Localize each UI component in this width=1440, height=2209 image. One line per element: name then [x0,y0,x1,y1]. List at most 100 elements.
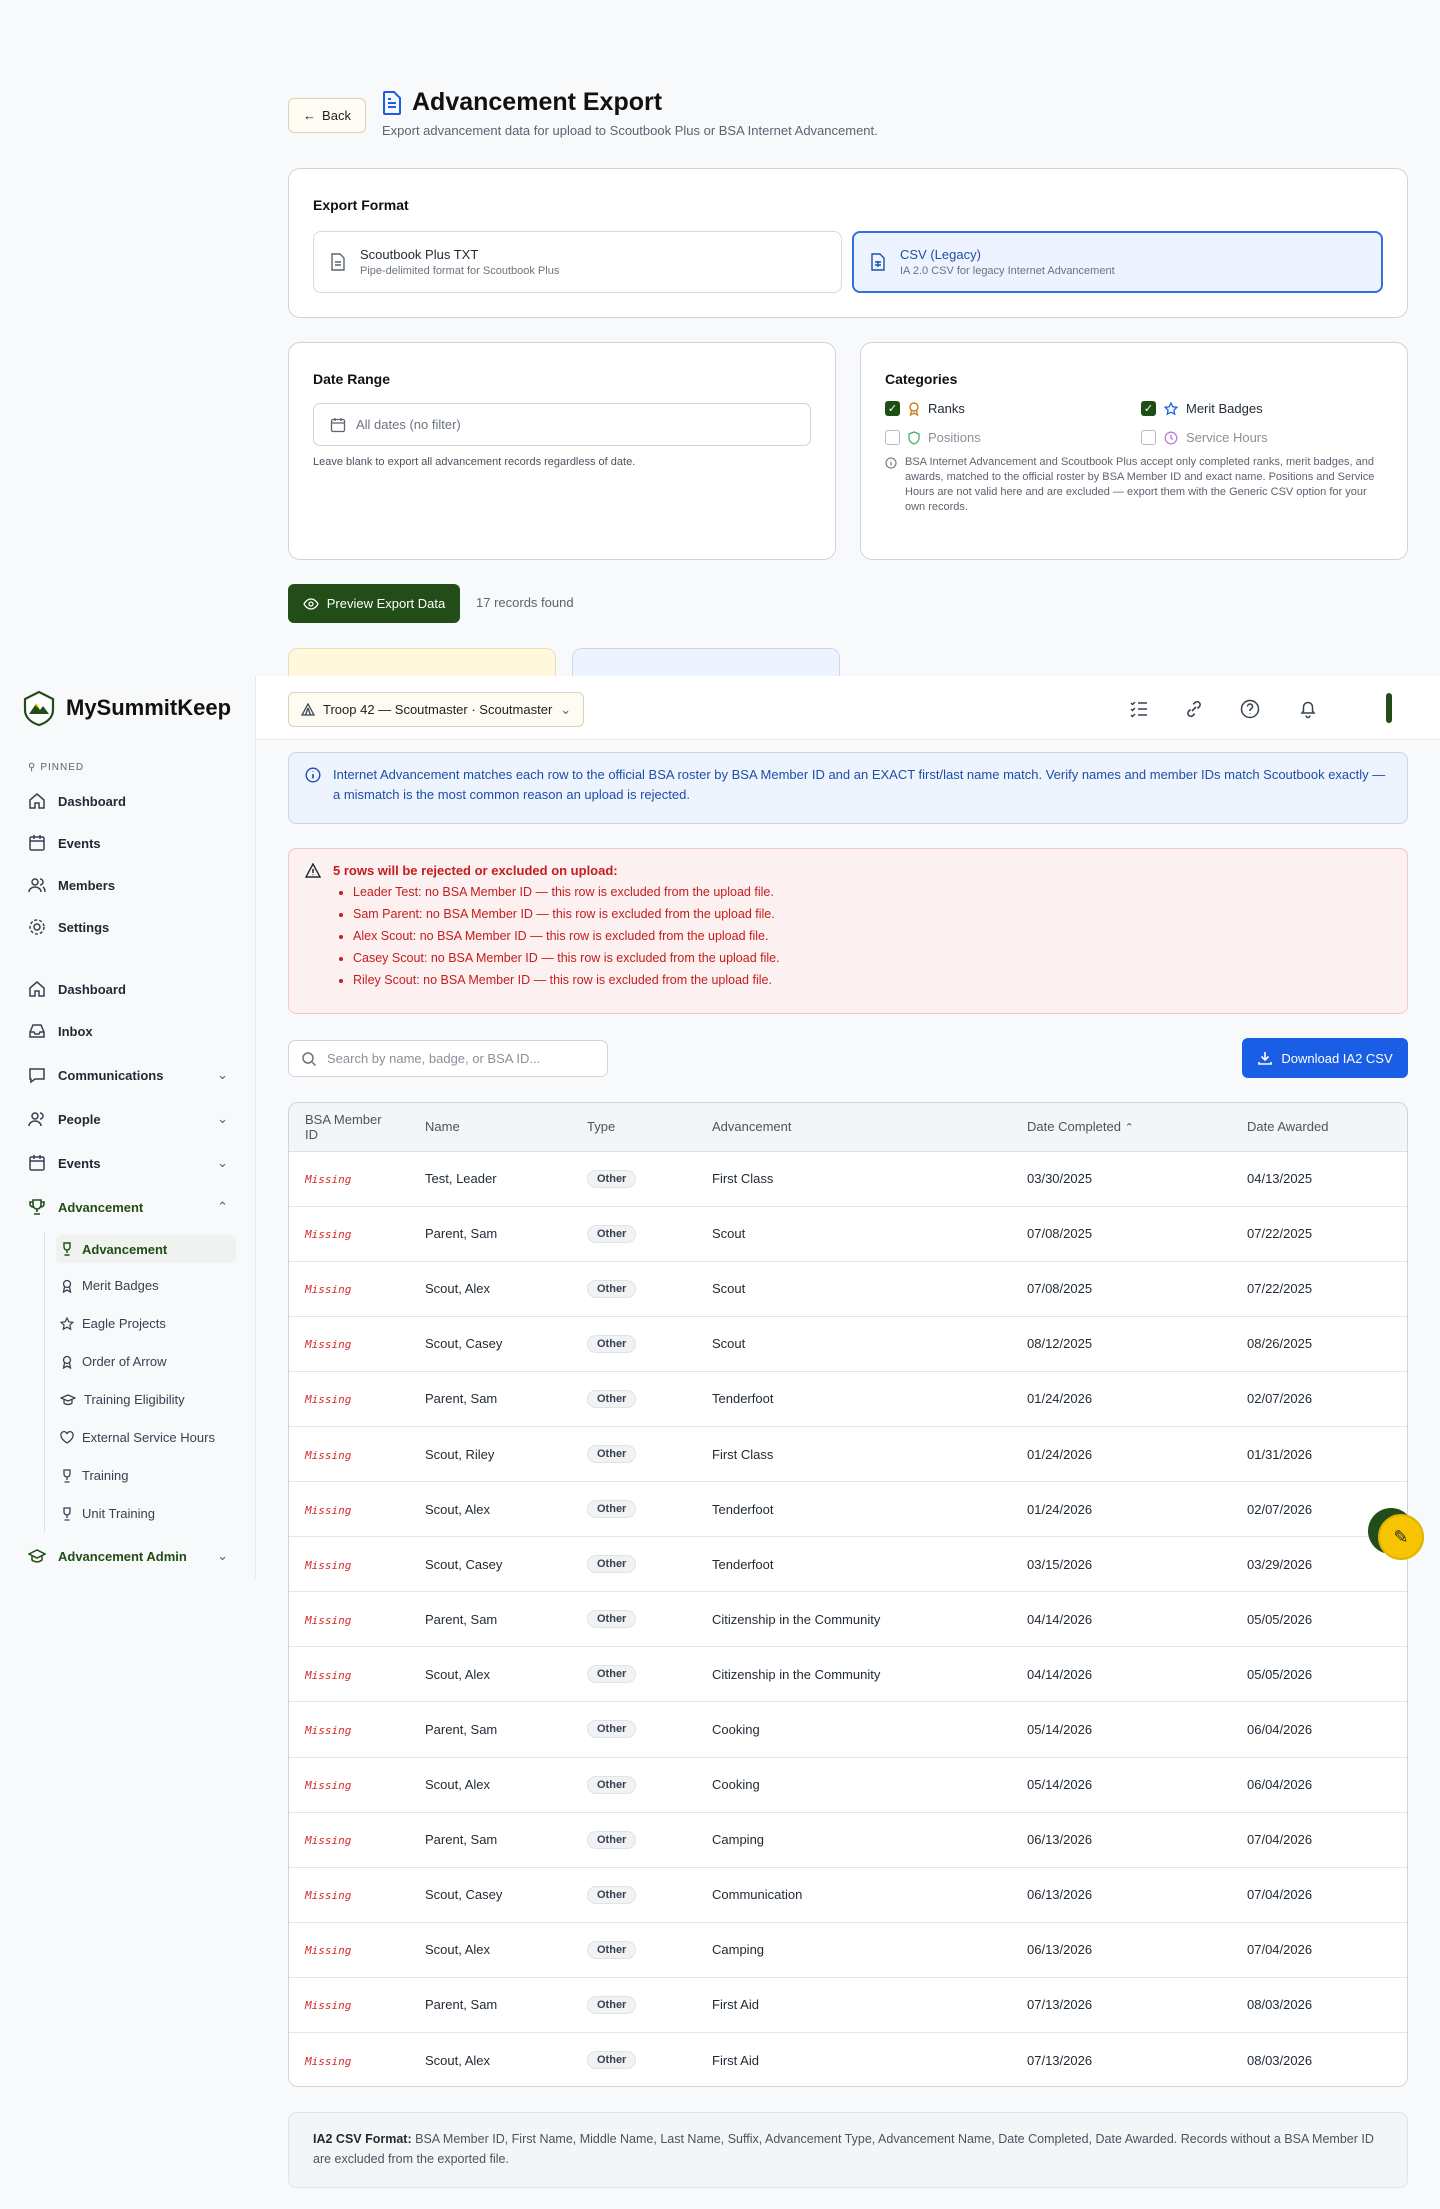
cell-type: Other [571,1757,696,1813]
sidebar-subitem-unit-training[interactable]: Unit Training [60,1506,155,1521]
sidebar-subitem-training-eligibility[interactable]: Training Eligibility [60,1392,185,1407]
table-row[interactable]: Missing Scout, Casey Other Communication 06/… [289,1867,1407,1923]
sidebar-item-inbox[interactable]: Inbox [28,1022,228,1040]
table-row[interactable]: Missing Parent, Sam Other Scout 07/08/2025 07… [289,1206,1407,1262]
table-row[interactable]: Missing Scout, Alex Other Camping 06/13/2026… [289,1922,1407,1978]
cell-advancement: Tenderfoot [696,1536,1011,1593]
cell-bsa-id: Missing [289,1261,409,1317]
pinned-item-dashboard[interactable]: Dashboard [28,792,228,810]
help-icon[interactable] [1239,698,1261,720]
sidebar-subitem-order-of-arrow[interactable]: Order of Arrow [60,1354,167,1369]
page-title: Advancement Export [382,88,878,117]
brand[interactable]: MySummitKeep [22,690,231,726]
document-icon [330,253,346,271]
cell-date-awarded: 02/07/2026 [1231,1371,1407,1427]
col-date-awarded[interactable]: Date Awarded [1231,1103,1407,1152]
date-range-help: Leave blank to export all advancement re… [313,456,636,468]
top-header: Troop 42 — Scoutmaster · Scoutmaster ⌄ [256,676,1440,740]
checkbox-checked[interactable]: ✓ [1141,401,1156,416]
table-row[interactable]: Missing Scout, Riley Other First Class 01/24… [289,1426,1407,1483]
table-row[interactable]: Missing Parent, Sam Other Tenderfoot 01/24/2… [289,1371,1407,1427]
checklist-icon[interactable] [1128,698,1150,720]
cell-advancement: Scout [696,1261,1011,1317]
pinned-item-events[interactable]: Events [28,834,228,852]
sidebar-item-advancement-admin[interactable]: Advancement Admin ⌄ [28,1548,228,1564]
cell-name: Parent, Sam [409,1977,571,2034]
sidebar-item-events[interactable]: Events ⌄ [28,1154,228,1172]
preview-export-button[interactable]: Preview Export Data [288,584,460,623]
sort-asc-icon: ⌃ [1124,1122,1134,1135]
cell-date-awarded: 07/22/2025 [1231,1261,1407,1317]
sidebar-item-advancement[interactable]: Advancement ⌃ [28,1198,228,1216]
sidebar-subitem-merit-badges[interactable]: Merit Badges [60,1278,159,1293]
table-row[interactable]: Missing Parent, Sam Other Citizenship in th… [289,1591,1407,1648]
cell-date-awarded-text: 07/04/2026 [1247,1832,1313,1848]
avatar[interactable] [1386,693,1392,723]
trophy-icon [60,1506,74,1521]
sidebar-subitem-advancement[interactable]: Advancement [56,1235,236,1263]
chevron-down-icon: ⌄ [217,1548,228,1563]
table-row[interactable]: Missing Scout, Alex Other Scout 07/08/2025 07… [289,1261,1407,1317]
col-advancement[interactable]: Advancement [696,1103,1011,1152]
sidebar-subitem-eagle-projects[interactable]: Eagle Projects [60,1316,166,1331]
category-merit-badges[interactable]: ✓ Merit Badges [1141,401,1341,416]
cell-date-awarded: 05/05/2026 [1231,1591,1407,1648]
col-name[interactable]: Name [409,1103,571,1152]
table-row[interactable]: Missing Scout, Alex Other First Aid 07/13/20… [289,2033,1407,2087]
bell-icon[interactable] [1297,698,1319,720]
cell-bsa-id: Missing [289,1536,409,1593]
cell-date-completed-text: 03/30/2025 [1027,1171,1093,1187]
checkbox-checked[interactable]: ✓ [885,401,900,416]
col-type[interactable]: Type [571,1103,696,1152]
cell-name-text: Scout, Alex [425,2052,491,2068]
search-input[interactable]: Search by name, badge, or BSA ID... [288,1040,608,1077]
sidebar-item-dashboard[interactable]: Dashboard [28,980,228,998]
category-ranks[interactable]: ✓ Ranks [885,401,1141,416]
back-button[interactable]: ← Back [288,98,366,133]
table-row[interactable]: Missing Parent, Sam Other First Aid 07/13/20… [289,1977,1407,2034]
type-badge: Other [587,1775,637,1794]
category-service-hours[interactable]: Service Hours [1141,430,1341,445]
sidebar-subitem-external-service-hours[interactable]: External Service Hours [60,1430,215,1445]
table-row[interactable]: Missing Scout, Alex Other Tenderfoot 01/24/2… [289,1481,1407,1538]
cell-date-awarded: 01/31/2026 [1231,1426,1407,1483]
cell-date-completed: 07/13/2026 [1011,1977,1231,2034]
col-bsa-member-id[interactable]: BSA Member ID [289,1103,409,1152]
cell-name-text: Scout, Riley [425,1446,495,1462]
troop-selector[interactable]: Troop 42 — Scoutmaster · Scoutmaster ⌄ [288,692,585,727]
warning-item: Leader Test: no BSA Member ID — this row… [353,884,1389,900]
checkbox-unchecked[interactable] [1141,430,1156,445]
link-icon[interactable] [1183,698,1205,720]
sidebar-item-communications[interactable]: Communications ⌄ [28,1066,228,1084]
cell-advancement: Communication [696,1867,1011,1923]
table-row[interactable]: Missing Scout, Casey Other Tenderfoot 03/15/… [289,1536,1407,1593]
cell-name-text: Parent, Sam [425,1997,498,2013]
sidebar-subitem-training[interactable]: Training [60,1468,128,1483]
format-option-scoutbook-txt[interactable]: Scoutbook Plus TXT Pipe-delimited format… [313,231,842,293]
download-ia2-csv-button[interactable]: Download IA2 CSV [1242,1038,1408,1078]
checkbox-unchecked[interactable] [885,430,900,445]
ia2-format-text: BSA Member ID, First Name, Middle Name, … [313,2132,1374,2166]
cell-date-completed-text: 07/08/2025 [1027,1281,1093,1297]
cell-name: Scout, Casey [409,1316,571,1372]
table-row[interactable]: Missing Parent, Sam Other Camping 06/13/2026… [289,1812,1407,1868]
cell-date-completed-text: 04/14/2026 [1027,1611,1093,1627]
table-row[interactable]: Missing Test, Leader Other First Class 03/30… [289,1151,1407,1207]
date-range-input[interactable]: All dates (no filter) [313,403,811,446]
pinned-item-members[interactable]: Members [28,876,228,894]
sidebar-item-people[interactable]: People ⌄ [28,1110,228,1128]
feedback-button[interactable]: ✎ [1378,1514,1424,1560]
table-row[interactable]: Missing Scout, Alex Other Citizenship in th… [289,1646,1407,1703]
table-row[interactable]: Missing Scout, Alex Other Cooking 05/14/2026… [289,1757,1407,1813]
format-option-csv-legacy[interactable]: CSV (Legacy) IA 2.0 CSV for legacy Inter… [852,231,1383,293]
pinned-item-settings[interactable]: Settings [28,918,228,936]
col-date-completed[interactable]: Date Completed ⌃ [1011,1103,1231,1152]
cell-type: Other [571,1481,696,1538]
category-positions[interactable]: Positions [885,430,1141,445]
cell-date-awarded-text: 04/13/2025 [1247,1171,1313,1187]
home-icon [28,980,46,998]
cell-name: Scout, Alex [409,1261,571,1317]
cell-advancement-text: Scout [712,1336,746,1352]
table-row[interactable]: Missing Scout, Casey Other Scout 08/12/2025 0… [289,1316,1407,1372]
table-row[interactable]: Missing Parent, Sam Other Cooking 05/14/2026… [289,1701,1407,1758]
